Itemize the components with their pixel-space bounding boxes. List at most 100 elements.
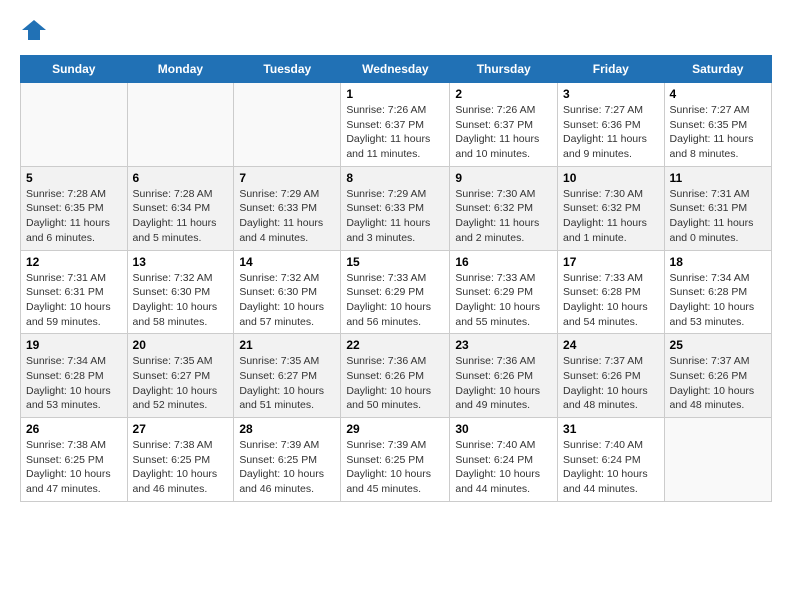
calendar-cell: 10 Sunrise: 7:30 AM Sunset: 6:32 PM Dayli… — [558, 166, 665, 250]
calendar-cell: 19Sunrise: 7:34 AM Sunset: 6:28 PM Dayli… — [21, 334, 128, 418]
day-number: 14 — [239, 255, 335, 269]
calendar-cell: 4 Sunrise: 7:27 AM Sunset: 6:35 PM Daylig… — [664, 83, 771, 167]
day-info: Sunrise: 7:38 AM Sunset: 6:25 PM Dayligh… — [26, 438, 122, 497]
day-info: Sunrise: 7:34 AM Sunset: 6:28 PM Dayligh… — [670, 271, 766, 330]
day-number: 7 — [239, 171, 335, 185]
day-number: 26 — [26, 422, 122, 436]
calendar-cell: 25 Sunrise: 7:37 AM Sunset: 6:26 PM Dayli… — [664, 334, 771, 418]
day-info: Sunrise: 7:26 AM Sunset: 6:37 PM Dayligh… — [455, 103, 552, 162]
day-number: 11 — [670, 171, 766, 185]
calendar-cell: 24 Sunrise: 7:37 AM Sunset: 6:26 PM Dayli… — [558, 334, 665, 418]
calendar-cell — [127, 83, 234, 167]
calendar-cell: 29 Sunrise: 7:39 AM Sunset: 6:25 PM Dayli… — [341, 418, 450, 502]
day-number: 8 — [346, 171, 444, 185]
calendar-cell — [234, 83, 341, 167]
calendar-cell: 8 Sunrise: 7:29 AM Sunset: 6:33 PM Daylig… — [341, 166, 450, 250]
day-number: 28 — [239, 422, 335, 436]
calendar-cell: 30 Sunrise: 7:40 AM Sunset: 6:24 PM Dayli… — [450, 418, 558, 502]
calendar-cell: 1 Sunrise: 7:26 AM Sunset: 6:37 PM Daylig… — [341, 83, 450, 167]
day-info: Sunrise: 7:33 AM Sunset: 6:29 PM Dayligh… — [346, 271, 444, 330]
calendar-cell: 31 Sunrise: 7:40 AM Sunset: 6:24 PM Dayli… — [558, 418, 665, 502]
day-info: Sunrise: 7:30 AM Sunset: 6:32 PM Dayligh… — [455, 187, 552, 246]
calendar-cell: 28 Sunrise: 7:39 AM Sunset: 6:25 PM Dayli… — [234, 418, 341, 502]
col-header-monday: Monday — [127, 56, 234, 83]
calendar-cell: 14 Sunrise: 7:32 AM Sunset: 6:30 PM Dayli… — [234, 250, 341, 334]
day-number: 31 — [563, 422, 659, 436]
day-number: 4 — [670, 87, 766, 101]
day-info: Sunrise: 7:26 AM Sunset: 6:37 PM Dayligh… — [346, 103, 444, 162]
day-number: 2 — [455, 87, 552, 101]
calendar-cell: 9 Sunrise: 7:30 AM Sunset: 6:32 PM Daylig… — [450, 166, 558, 250]
day-info: Sunrise: 7:28 AM Sunset: 6:34 PM Dayligh… — [133, 187, 229, 246]
calendar-cell: 16 Sunrise: 7:33 AM Sunset: 6:29 PM Dayli… — [450, 250, 558, 334]
day-number: 15 — [346, 255, 444, 269]
calendar-cell: 12 Sunrise: 7:31 AM Sunset: 6:31 PM Dayli… — [21, 250, 128, 334]
day-number: 9 — [455, 171, 552, 185]
day-info: Sunrise: 7:31 AM Sunset: 6:31 PM Dayligh… — [670, 187, 766, 246]
day-number: 24 — [563, 338, 659, 352]
day-number: 25 — [670, 338, 766, 352]
header — [20, 20, 772, 45]
day-info: Sunrise: 7:31 AM Sunset: 6:31 PM Dayligh… — [26, 271, 122, 330]
day-info: Sunrise: 7:27 AM Sunset: 6:35 PM Dayligh… — [670, 103, 766, 162]
calendar-cell: 23 Sunrise: 7:36 AM Sunset: 6:26 PM Dayli… — [450, 334, 558, 418]
day-info: Sunrise: 7:33 AM Sunset: 6:28 PM Dayligh… — [563, 271, 659, 330]
day-number: 29 — [346, 422, 444, 436]
day-info: Sunrise: 7:28 AM Sunset: 6:35 PM Dayligh… — [26, 187, 122, 246]
day-info: Sunrise: 7:40 AM Sunset: 6:24 PM Dayligh… — [563, 438, 659, 497]
day-number: 3 — [563, 87, 659, 101]
day-number: 27 — [133, 422, 229, 436]
day-number: 23 — [455, 338, 552, 352]
day-number: 1 — [346, 87, 444, 101]
calendar-cell — [21, 83, 128, 167]
day-info: Sunrise: 7:39 AM Sunset: 6:25 PM Dayligh… — [239, 438, 335, 497]
day-number: 19 — [26, 338, 122, 352]
calendar-cell: 27 Sunrise: 7:38 AM Sunset: 6:25 PM Dayli… — [127, 418, 234, 502]
calendar-cell: 26 Sunrise: 7:38 AM Sunset: 6:25 PM Dayli… — [21, 418, 128, 502]
day-number: 18 — [670, 255, 766, 269]
day-number: 13 — [133, 255, 229, 269]
day-number: 30 — [455, 422, 552, 436]
day-number: 21 — [239, 338, 335, 352]
day-number: 12 — [26, 255, 122, 269]
day-info: Sunrise: 7:29 AM Sunset: 6:33 PM Dayligh… — [346, 187, 444, 246]
day-number: 5 — [26, 171, 122, 185]
day-info: Sunrise: 7:32 AM Sunset: 6:30 PM Dayligh… — [133, 271, 229, 330]
calendar-cell: 6 Sunrise: 7:28 AM Sunset: 6:34 PM Daylig… — [127, 166, 234, 250]
day-info: Sunrise: 7:33 AM Sunset: 6:29 PM Dayligh… — [455, 271, 552, 330]
day-number: 10 — [563, 171, 659, 185]
day-info: Sunrise: 7:32 AM Sunset: 6:30 PM Dayligh… — [239, 271, 335, 330]
calendar-cell: 21 Sunrise: 7:35 AM Sunset: 6:27 PM Dayli… — [234, 334, 341, 418]
day-info: Sunrise: 7:36 AM Sunset: 6:26 PM Dayligh… — [455, 354, 552, 413]
day-info: Sunrise: 7:39 AM Sunset: 6:25 PM Dayligh… — [346, 438, 444, 497]
col-header-tuesday: Tuesday — [234, 56, 341, 83]
day-number: 20 — [133, 338, 229, 352]
day-info: Sunrise: 7:36 AM Sunset: 6:26 PM Dayligh… — [346, 354, 444, 413]
calendar-table: SundayMondayTuesdayWednesdayThursdayFrid… — [20, 55, 772, 502]
logo-icon — [22, 20, 46, 40]
day-info: Sunrise: 7:27 AM Sunset: 6:36 PM Dayligh… — [563, 103, 659, 162]
calendar-cell: 5 Sunrise: 7:28 AM Sunset: 6:35 PM Daylig… — [21, 166, 128, 250]
day-info: Sunrise: 7:35 AM Sunset: 6:27 PM Dayligh… — [239, 354, 335, 413]
calendar-cell: 11 Sunrise: 7:31 AM Sunset: 6:31 PM Dayli… — [664, 166, 771, 250]
col-header-saturday: Saturday — [664, 56, 771, 83]
day-number: 16 — [455, 255, 552, 269]
calendar-cell: 2 Sunrise: 7:26 AM Sunset: 6:37 PM Daylig… — [450, 83, 558, 167]
col-header-friday: Friday — [558, 56, 665, 83]
calendar-cell: 20 Sunrise: 7:35 AM Sunset: 6:27 PM Dayli… — [127, 334, 234, 418]
day-info: Sunrise: 7:30 AM Sunset: 6:32 PM Dayligh… — [563, 187, 659, 246]
day-info: Sunrise: 7:37 AM Sunset: 6:26 PM Dayligh… — [563, 354, 659, 413]
calendar-cell: 7Sunrise: 7:29 AM Sunset: 6:33 PM Daylig… — [234, 166, 341, 250]
day-info: Sunrise: 7:40 AM Sunset: 6:24 PM Dayligh… — [455, 438, 552, 497]
day-info: Sunrise: 7:35 AM Sunset: 6:27 PM Dayligh… — [133, 354, 229, 413]
calendar-cell: 13 Sunrise: 7:32 AM Sunset: 6:30 PM Dayli… — [127, 250, 234, 334]
day-info: Sunrise: 7:38 AM Sunset: 6:25 PM Dayligh… — [133, 438, 229, 497]
logo — [20, 20, 48, 45]
calendar-cell: 3 Sunrise: 7:27 AM Sunset: 6:36 PM Daylig… — [558, 83, 665, 167]
day-info: Sunrise: 7:37 AM Sunset: 6:26 PM Dayligh… — [670, 354, 766, 413]
calendar-cell: 17Sunrise: 7:33 AM Sunset: 6:28 PM Dayli… — [558, 250, 665, 334]
col-header-wednesday: Wednesday — [341, 56, 450, 83]
day-number: 6 — [133, 171, 229, 185]
calendar-cell — [664, 418, 771, 502]
calendar-cell: 22Sunrise: 7:36 AM Sunset: 6:26 PM Dayli… — [341, 334, 450, 418]
